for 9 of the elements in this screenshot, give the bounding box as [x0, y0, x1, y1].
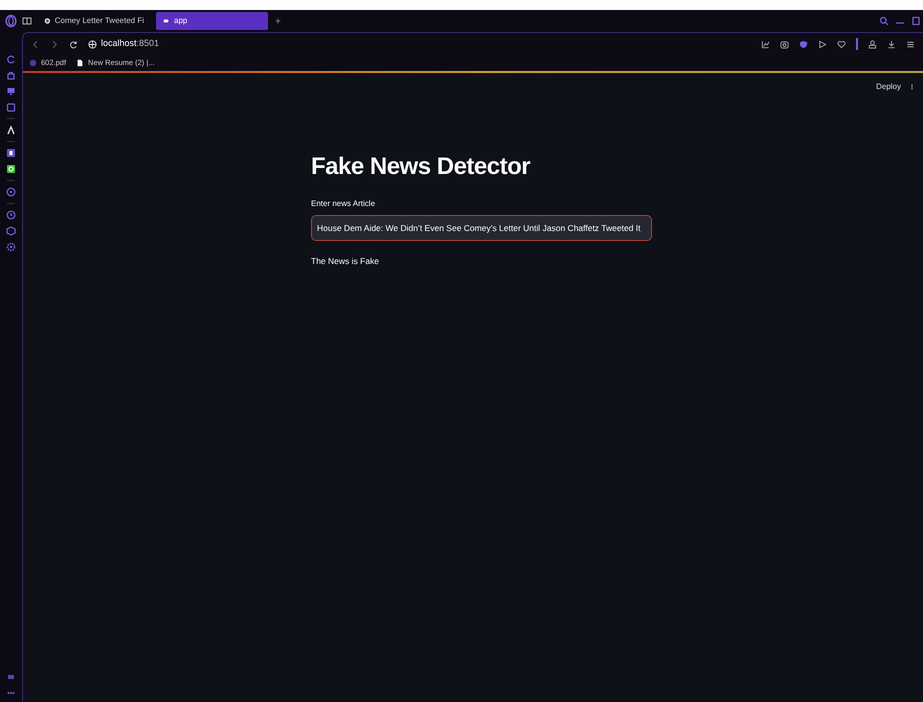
deploy-button[interactable]: Deploy	[876, 81, 901, 93]
address-text: localhost:8501	[101, 37, 160, 50]
tab[interactable]: Comey Letter Tweeted Fi	[38, 12, 150, 30]
field-label: Enter news Article	[311, 198, 376, 210]
address-field[interactable]: localhost:8501	[88, 37, 160, 51]
text-input[interactable]: House Dem Aide: We Didn’t Even See Comey’s Letter Until Jason Chaffetz Tweeted It	[311, 214, 652, 241]
result-text: The News is Fake	[311, 254, 380, 268]
tab[interactable]: app	[156, 12, 268, 30]
page-title: Fake News Detector	[311, 153, 532, 182]
